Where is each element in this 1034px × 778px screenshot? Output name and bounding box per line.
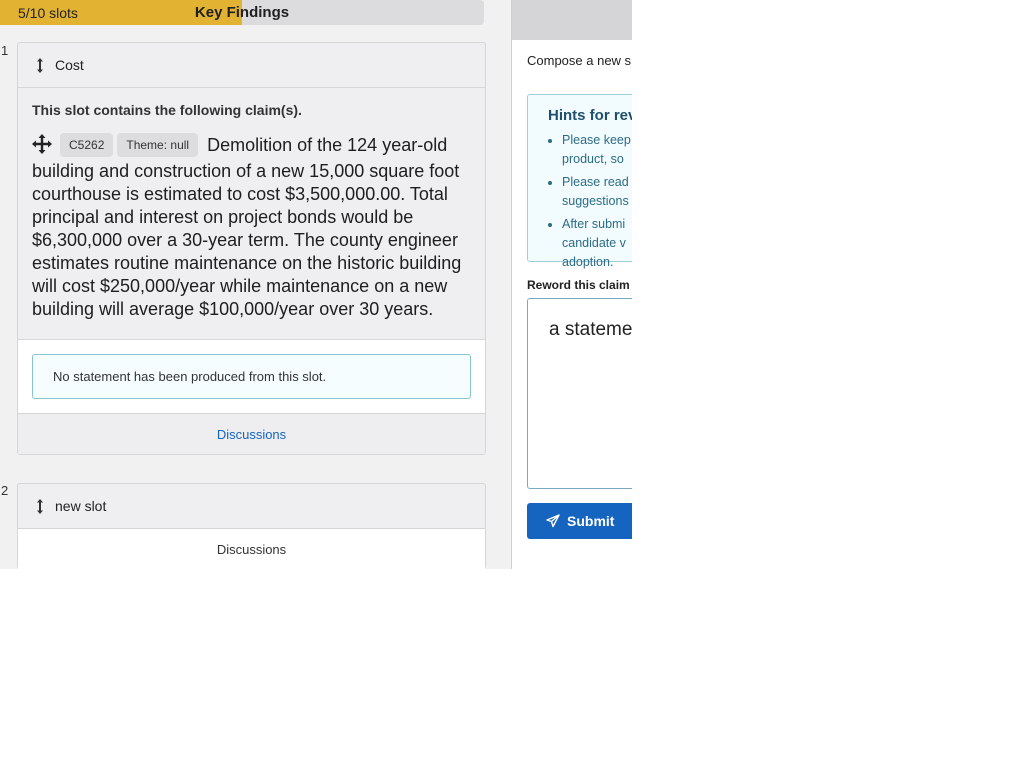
hint-line: product, so (562, 152, 624, 166)
app-viewport: 5/10 slots Key Findings 1 Cost This slot… (0, 0, 632, 569)
reword-textarea[interactable]: a stateme (527, 298, 632, 489)
submit-button[interactable]: Submit (527, 503, 632, 539)
drag-handle-icon[interactable] (34, 498, 46, 514)
slot-title: new slot (55, 498, 107, 514)
slots-progress-bar: 5/10 slots Key Findings (0, 0, 484, 25)
hint-line: After submi (562, 217, 626, 231)
claims-section: This slot contains the following claim(s… (18, 87, 485, 339)
slot-card: new slot Discussions (17, 483, 486, 569)
hints-list: Please keep product, so Please read sugg… (548, 131, 632, 272)
discussions-button[interactable]: Discussions (18, 528, 485, 569)
slot-card: Cost This slot contains the following cl… (17, 42, 486, 455)
hint-line: adoption. (562, 255, 614, 269)
hint-line: suggestions (562, 194, 629, 208)
claim-id-badge: C5262 (60, 133, 114, 157)
compose-label: Compose a new s (527, 53, 632, 68)
compose-panel: Compose a new s Hints for rev Please kee… (511, 0, 632, 569)
compose-panel-header (512, 0, 632, 40)
hint-line: Please read (562, 175, 629, 189)
drag-handle-icon[interactable] (34, 57, 46, 73)
hint-item: Please keep product, so (562, 131, 632, 169)
claim-item: C5262 Theme: null Demolition of the 124 y… (32, 133, 471, 321)
hint-item: Please read suggestions (562, 173, 632, 211)
hints-title: Hints for rev (548, 107, 632, 124)
discussions-button[interactable]: Discussions (18, 413, 485, 454)
section-title: Key Findings (194, 4, 290, 21)
hint-line: Please keep (562, 133, 631, 147)
slot-header[interactable]: Cost (18, 43, 485, 87)
slot-number: 2 (1, 483, 9, 498)
send-icon (546, 514, 560, 528)
hints-box: Hints for rev Please keep product, so Pl… (527, 94, 632, 269)
hint-line: candidate v (562, 236, 626, 250)
move-icon[interactable] (32, 134, 52, 160)
no-statement-notice: No statement has been produced from this… (32, 354, 471, 399)
claims-intro-text: This slot contains the following claim(s… (32, 102, 302, 118)
hint-item: After submi candidate v adoption. (562, 215, 632, 272)
reword-label: Reword this claim (527, 278, 630, 292)
submit-label: Submit (567, 513, 615, 529)
slots-panel: 5/10 slots Key Findings 1 Cost This slot… (0, 0, 511, 569)
slot-header[interactable]: new slot (18, 484, 485, 528)
claim-text: Demolition of the 124 year-old building … (32, 135, 462, 319)
slot-number: 1 (1, 43, 9, 58)
theme-badge: Theme: null (117, 133, 199, 157)
statement-section: No statement has been produced from this… (18, 339, 485, 413)
slot-title: Cost (55, 57, 84, 73)
